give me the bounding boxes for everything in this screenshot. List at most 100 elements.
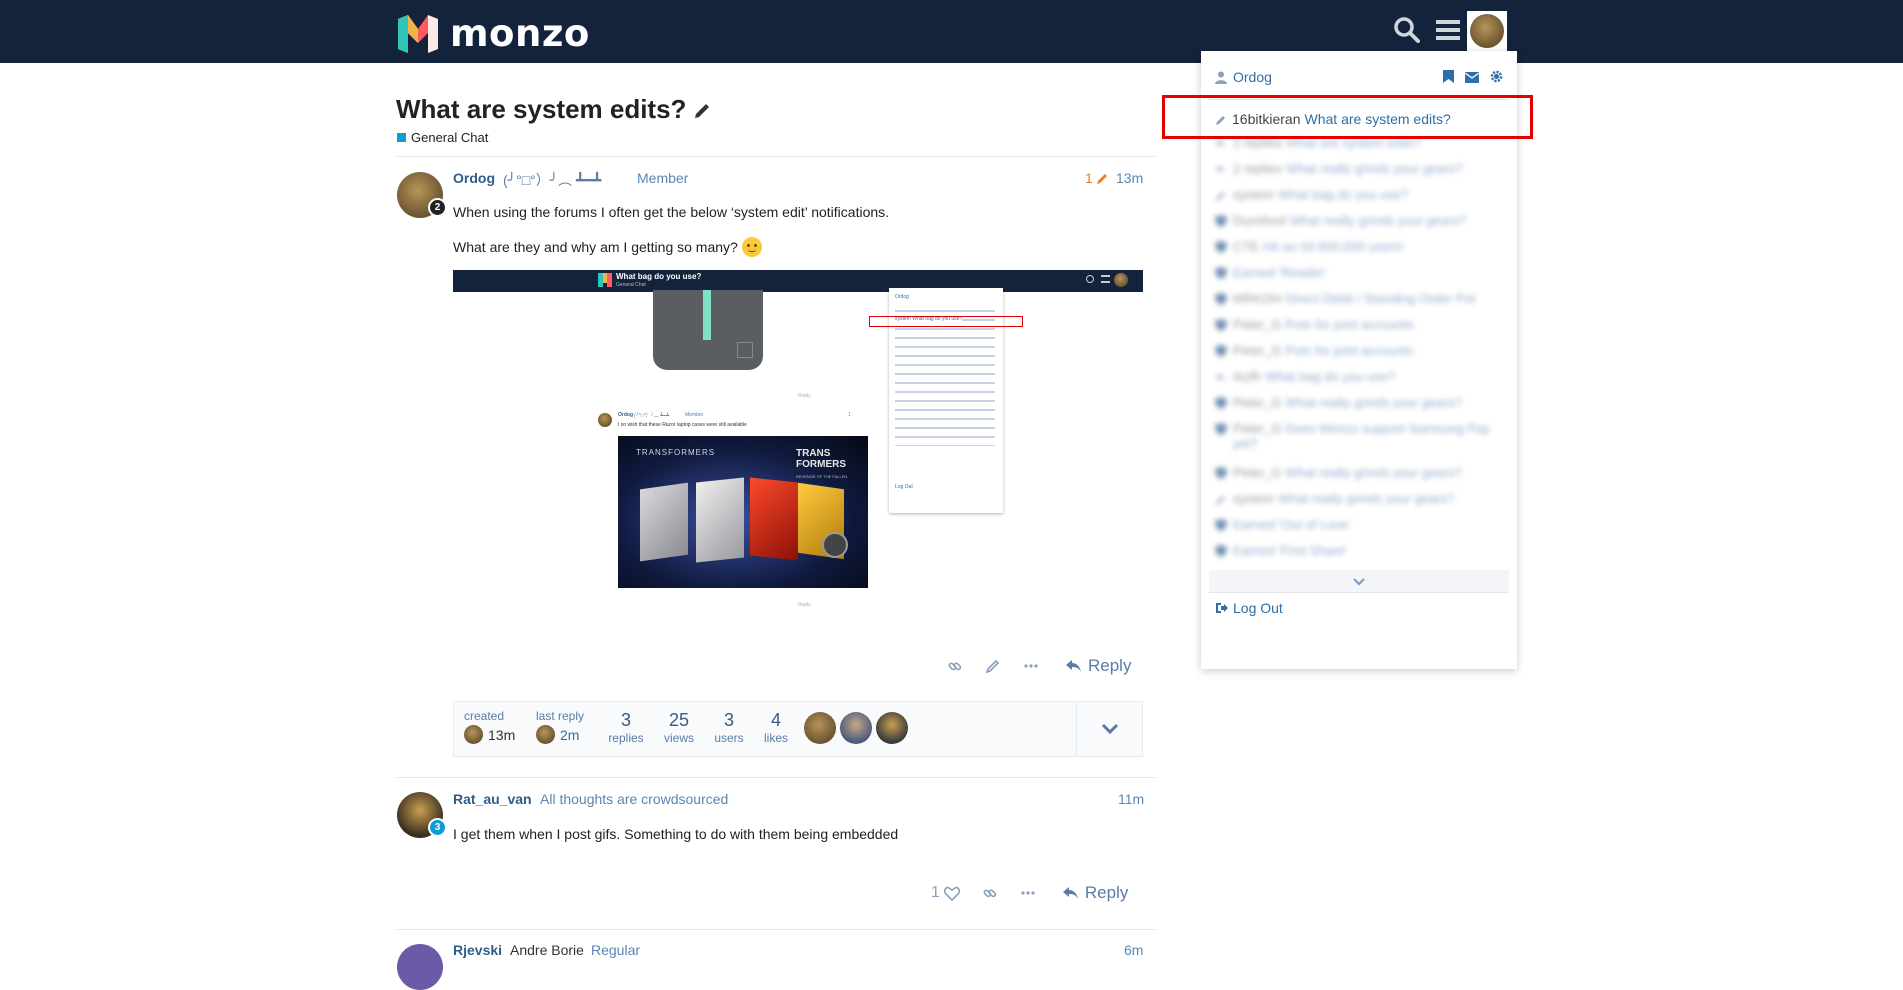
notification-text: Peter_G Pots for joint accounts bbox=[1233, 317, 1413, 332]
edit-count: 1 bbox=[1085, 170, 1093, 186]
post-edit-indicator[interactable]: 1 bbox=[1085, 170, 1110, 186]
embedded-post-user-title: Member bbox=[685, 412, 704, 418]
menu-username-link[interactable]: Ordog bbox=[1215, 69, 1272, 85]
shield-icon bbox=[1215, 241, 1227, 256]
post-time[interactable]: 11m bbox=[1118, 791, 1144, 807]
post-username[interactable]: Ordog bbox=[453, 170, 495, 186]
like-button[interactable]: 1 bbox=[931, 884, 960, 902]
share-link-icon[interactable] bbox=[947, 658, 963, 674]
edit-title-pencil-icon[interactable] bbox=[692, 100, 712, 120]
more-options-icon[interactable] bbox=[1023, 658, 1039, 674]
notification-text: system What really grinds your gears? bbox=[1233, 491, 1454, 506]
reply-icon bbox=[1215, 163, 1227, 178]
hamburger-menu-icon[interactable] bbox=[1434, 16, 1462, 44]
notification-item[interactable]: system What bag do you use? bbox=[1215, 187, 1505, 213]
embedded-monzo-logo bbox=[598, 273, 612, 287]
gear-icon[interactable] bbox=[1490, 70, 1503, 88]
share-link-icon[interactable] bbox=[982, 885, 998, 901]
notification-item[interactable]: Peter_G Pots for joint accounts bbox=[1215, 317, 1505, 343]
created-time: 13m bbox=[488, 726, 516, 743]
post-username[interactable]: Rat_au_van bbox=[453, 791, 532, 807]
category-badge[interactable]: General Chat bbox=[397, 130, 488, 145]
topic-map: created 13m last reply 2m 3 replies 25 v… bbox=[453, 701, 1143, 757]
post-actions: 1 Reply bbox=[931, 883, 1128, 903]
topic-title-text: What are system edits? bbox=[396, 94, 687, 124]
menu-quick-icons bbox=[1432, 70, 1503, 88]
notification-item[interactable]: Peter_G What really grinds your gears? bbox=[1215, 395, 1505, 421]
notification-user: MRKOH bbox=[1233, 291, 1282, 306]
post-username[interactable]: Rjevski bbox=[453, 942, 502, 958]
avatar bbox=[1470, 14, 1504, 48]
notification-item[interactable]: Earned 'First Share' bbox=[1215, 543, 1505, 569]
post-time[interactable]: 6m bbox=[1124, 942, 1143, 958]
post-user-title: Member bbox=[637, 170, 689, 186]
post-time[interactable]: 13m bbox=[1116, 170, 1143, 186]
reply-label: Reply bbox=[1088, 656, 1132, 675]
chevron-down-icon bbox=[1353, 577, 1365, 586]
notification-user: 2 replies bbox=[1233, 161, 1283, 176]
current-user-avatar-button[interactable] bbox=[1467, 11, 1507, 51]
envelope-icon[interactable] bbox=[1464, 70, 1480, 88]
participant-avatar[interactable] bbox=[840, 712, 872, 744]
notification-item[interactable]: 2 replies What really grinds your gears? bbox=[1215, 161, 1505, 187]
notification-item[interactable]: Earned 'Out of Love' bbox=[1215, 517, 1505, 543]
logout-button[interactable]: Log Out bbox=[1215, 600, 1283, 616]
embedded-screenshot-image[interactable]: What bag do you use? General Chat Reply … bbox=[453, 270, 1143, 620]
more-options-icon[interactable] bbox=[1020, 885, 1036, 901]
reply-button[interactable]: Reply bbox=[1065, 656, 1131, 676]
embedded-poster-text: TRANS FORMERS bbox=[796, 448, 846, 470]
participant-avatar[interactable] bbox=[876, 712, 908, 744]
menu-username: Ordog bbox=[1233, 69, 1272, 85]
likes-count: 4 bbox=[770, 710, 781, 730]
bookmark-icon[interactable] bbox=[1443, 70, 1454, 88]
notification-topic: What bag do you use? bbox=[1265, 369, 1396, 384]
topic-created: created 13m bbox=[464, 709, 515, 744]
notification-list: 2 replies What are system edits? 2 replies… bbox=[1215, 135, 1505, 569]
show-more-notifications-button[interactable] bbox=[1209, 570, 1509, 592]
notification-topic: Pots for joint accounts bbox=[1285, 343, 1414, 358]
topic-title: What are system edits? bbox=[396, 94, 712, 125]
pencil-icon bbox=[1215, 493, 1227, 508]
category-color-square bbox=[397, 133, 406, 142]
topic-map-expand-button[interactable] bbox=[1076, 702, 1142, 756]
monzo-logo[interactable]: monzo bbox=[396, 12, 590, 55]
notification-text: Peter_G What really grinds your gears? bbox=[1233, 465, 1462, 480]
notification-item[interactable]: Peter_G What really grinds your gears? bbox=[1215, 465, 1505, 491]
notification-item[interactable]: rkzfh What bag do you use? bbox=[1215, 369, 1505, 395]
chevron-down-icon bbox=[1101, 723, 1118, 735]
reply-arrow-icon bbox=[1066, 660, 1081, 672]
notification-topic: What bag do you use? bbox=[1278, 187, 1409, 202]
notification-item[interactable]: MRKOH Direct Debit / Standing Order Pot bbox=[1215, 291, 1505, 317]
notification-topic: Earned 'Out of Love' bbox=[1233, 517, 1351, 532]
last-replier-avatar[interactable] bbox=[536, 725, 555, 744]
embedded-post-text: I so wish that these Razor laptop cases … bbox=[618, 422, 747, 428]
embedded-menu-user: Ordog bbox=[895, 294, 909, 300]
notification-text: Earned 'Reader' bbox=[1233, 265, 1326, 280]
notification-item[interactable]: system What really grinds your gears? bbox=[1215, 491, 1505, 517]
sign-out-icon bbox=[1216, 603, 1228, 613]
notification-item[interactable]: Peter_G Pots for joint accounts bbox=[1215, 343, 1505, 369]
reply-arrow-icon bbox=[1062, 887, 1078, 899]
shield-icon bbox=[1215, 467, 1227, 482]
embedded-edit-count: 1 bbox=[848, 412, 851, 418]
topic-likes: 4 likes bbox=[751, 710, 801, 745]
shield-icon bbox=[1215, 423, 1227, 438]
notification-text: CTE Hit an hit 800,000 users! bbox=[1233, 239, 1404, 254]
notification-item[interactable]: CTE Hit an hit 800,000 users! bbox=[1215, 239, 1505, 265]
search-icon[interactable] bbox=[1393, 16, 1421, 44]
notification-item[interactable]: Earned 'Reader' bbox=[1215, 265, 1505, 291]
notification-item[interactable]: Dunsford What really grinds your gears? bbox=[1215, 213, 1505, 239]
notification-topic: Pots for joint accounts bbox=[1285, 317, 1414, 332]
last-reply-time[interactable]: 2m bbox=[560, 727, 579, 743]
embedded-post2-actions: Reply bbox=[798, 602, 811, 608]
notification-item[interactable]: Peter_G Does Monzo support Samsung Pay ye… bbox=[1215, 421, 1505, 465]
post-paragraph-text: What are they and why am I getting so ma… bbox=[453, 239, 738, 255]
participant-avatar[interactable] bbox=[804, 712, 836, 744]
edit-pencil-icon[interactable] bbox=[985, 658, 1001, 674]
post-actions: Reply bbox=[925, 656, 1131, 676]
reply-button[interactable]: Reply bbox=[1062, 883, 1128, 903]
post-author-avatar[interactable] bbox=[397, 944, 443, 990]
creator-avatar[interactable] bbox=[464, 725, 483, 744]
topic-replies: 3 replies bbox=[601, 710, 651, 745]
shield-icon bbox=[1215, 519, 1227, 534]
